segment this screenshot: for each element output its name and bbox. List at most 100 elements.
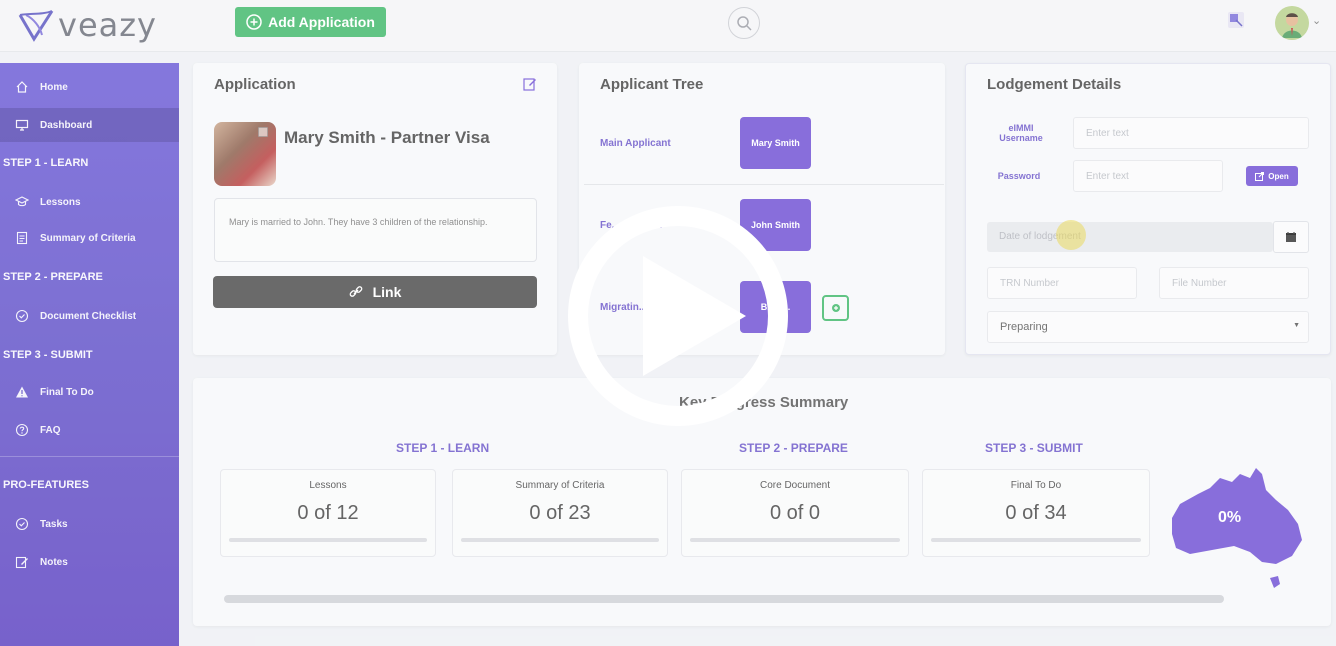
- sidebar-heading-step2: STEP 2 - PREPARE: [3, 271, 103, 283]
- username-input[interactable]: Enter text: [1073, 117, 1309, 149]
- search-button[interactable]: [728, 7, 760, 39]
- tree-label-main-applicant: Main Applicant: [600, 138, 671, 149]
- sidebar-item-document-checklist[interactable]: Document Checklist: [0, 299, 179, 333]
- application-note[interactable]: Mary is married to John. They have 3 chi…: [214, 198, 537, 262]
- sidebar-item-label: Summary of Criteria: [40, 232, 136, 244]
- stat-card-summary-of-criteria[interactable]: Summary of Criteria 0 of 23: [452, 469, 668, 557]
- application-name: Mary Smith - Partner Visa: [284, 128, 490, 147]
- sidebar-heading-step1: STEP 1 - LEARN: [3, 157, 89, 169]
- stat-label: Core Document: [759, 480, 831, 491]
- sidebar-item-label: Dashboard: [40, 119, 93, 131]
- top-bar: veazy Add Application ⌄: [0, 0, 1336, 52]
- username-label: eIMMI Username: [999, 123, 1043, 143]
- play-button-icon[interactable]: [566, 204, 790, 428]
- calendar-icon: [1286, 232, 1296, 242]
- summary-step2-heading: STEP 2 - PREPARE: [739, 441, 848, 455]
- check-circle-icon: [14, 308, 30, 324]
- veazy-logo-icon: [18, 10, 54, 42]
- photo-edit-icon[interactable]: [258, 124, 268, 142]
- password-input[interactable]: Enter text: [1073, 160, 1223, 192]
- home-icon: [14, 79, 30, 95]
- stat-value: 0 of 34: [1005, 502, 1067, 524]
- sidebar-item-summary-of-criteria[interactable]: Summary of Criteria: [0, 221, 179, 255]
- graduation-cap-icon: [14, 194, 30, 210]
- date-of-lodgement-input[interactable]: Date of lodgement: [987, 222, 1273, 252]
- stat-value: 0 of 23: [529, 502, 591, 524]
- sidebar-item-tasks[interactable]: Tasks: [0, 507, 179, 541]
- plus-icon: [831, 304, 840, 312]
- applicant-tree-title: Applicant Tree: [600, 76, 704, 93]
- horizontal-scrollbar[interactable]: [224, 595, 1224, 603]
- user-avatar-icon: [1275, 6, 1309, 40]
- sidebar-item-label: Tasks: [40, 518, 68, 530]
- lodgement-title: Lodgement Details: [987, 76, 1122, 93]
- trn-number-input[interactable]: TRN Number: [987, 267, 1137, 299]
- edit-icon[interactable]: [523, 77, 537, 96]
- stat-progress-bar: [461, 538, 659, 542]
- sidebar-item-label: Notes: [40, 556, 68, 568]
- sidebar-item-label: Document Checklist: [40, 310, 137, 322]
- veazy-logo[interactable]: veazy: [16, 6, 157, 44]
- link-icon: [349, 286, 362, 297]
- stat-card-lessons[interactable]: Lessons 0 of 12: [220, 469, 436, 557]
- file-number-input[interactable]: File Number: [1159, 267, 1309, 299]
- stat-label: Summary of Criteria: [515, 480, 605, 491]
- stat-value: 0 of 0: [769, 502, 821, 524]
- link-label: Link: [372, 284, 402, 300]
- sidebar-item-label: FAQ: [40, 424, 61, 436]
- logo-text: veazy: [58, 6, 157, 44]
- stat-progress-bar: [931, 538, 1141, 542]
- add-application-label: Add Application: [268, 14, 375, 30]
- chevron-down-icon[interactable]: ⌄: [1312, 14, 1321, 27]
- warning-icon: [14, 384, 30, 400]
- stat-label: Lessons: [309, 480, 347, 491]
- monitor-icon: [14, 117, 30, 133]
- add-member-button[interactable]: [822, 295, 849, 321]
- add-application-button[interactable]: Add Application: [235, 7, 386, 37]
- external-link-icon: [1255, 171, 1265, 181]
- sidebar-item-label: Final To Do: [40, 386, 94, 398]
- stat-value: 0 of 12: [297, 502, 359, 524]
- summary-step1-heading: STEP 1 - LEARN: [396, 441, 490, 455]
- question-circle-icon: [14, 422, 30, 438]
- stat-card-core-document[interactable]: Core Document 0 of 0: [681, 469, 909, 557]
- translate-icon[interactable]: [1226, 10, 1246, 30]
- sidebar-item-final-to-do[interactable]: Final To Do: [0, 375, 179, 409]
- overall-progress-percent: 0%: [1218, 509, 1242, 526]
- check-circle-icon: [14, 516, 30, 532]
- plus-circle-icon: [246, 14, 262, 30]
- password-label: Password: [997, 171, 1041, 181]
- document-icon: [14, 230, 30, 246]
- open-label: Open: [1268, 171, 1289, 181]
- application-title: Application: [214, 76, 296, 93]
- sidebar: Home Dashboard STEP 1 - LEARN Lessons Su…: [0, 63, 179, 646]
- user-avatar[interactable]: [1275, 6, 1309, 40]
- caret-down-icon: ▼: [1293, 322, 1300, 329]
- tree-divider: [584, 184, 944, 185]
- edit-note-icon: [14, 554, 30, 570]
- summary-step3-heading: STEP 3 - SUBMIT: [985, 441, 1083, 455]
- sidebar-heading-pro-features: PRO-FEATURES: [3, 479, 89, 491]
- sidebar-item-label: Home: [40, 81, 68, 93]
- sidebar-divider: [0, 456, 179, 457]
- sidebar-item-faq[interactable]: FAQ: [0, 413, 179, 447]
- mouse-cursor-highlight: [1056, 220, 1086, 250]
- status-select-value: Preparing: [1000, 321, 1048, 333]
- sidebar-item-dashboard[interactable]: Dashboard: [0, 108, 179, 142]
- sidebar-heading-step3: STEP 3 - SUBMIT: [3, 349, 93, 361]
- sidebar-item-notes[interactable]: Notes: [0, 545, 179, 579]
- status-select[interactable]: Preparing ▼: [987, 311, 1309, 343]
- search-icon: [737, 16, 752, 31]
- stat-card-final-to-do[interactable]: Final To Do 0 of 34: [922, 469, 1150, 557]
- australia-map-icon: [1172, 468, 1302, 588]
- sidebar-item-label: Lessons: [40, 196, 81, 208]
- sidebar-item-lessons[interactable]: Lessons: [0, 185, 179, 219]
- tree-box-mary-smith[interactable]: Mary Smith: [740, 117, 811, 169]
- stat-progress-bar: [690, 538, 900, 542]
- open-button[interactable]: Open: [1246, 166, 1298, 186]
- stat-label: Final To Do: [1010, 480, 1062, 491]
- link-button[interactable]: Link: [213, 276, 537, 308]
- calendar-button[interactable]: [1273, 221, 1309, 253]
- sidebar-item-home[interactable]: Home: [0, 70, 179, 104]
- stat-progress-bar: [229, 538, 427, 542]
